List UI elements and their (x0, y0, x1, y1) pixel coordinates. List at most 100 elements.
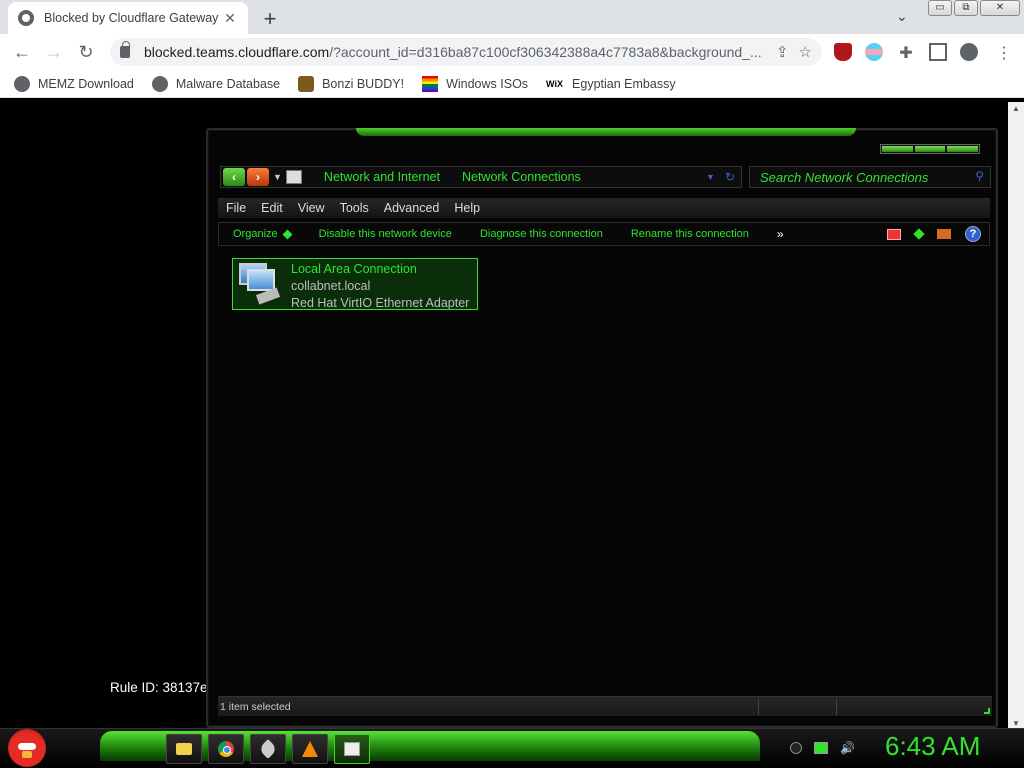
minimize-button[interactable] (882, 146, 913, 152)
browser-tab-bar: Blocked by Cloudflare Gateway ✕ + ⌄ ▭ ⧉ … (0, 0, 1024, 34)
diagnose-connection-button[interactable]: Diagnose this connection (480, 228, 603, 240)
vlc-icon (302, 741, 318, 757)
bookmark-bonzi-buddy[interactable]: Bonzi BUDDY! (298, 75, 405, 92)
taskbar-network-button[interactable] (334, 734, 370, 764)
bookmark-malware-database[interactable]: Malware Database (151, 75, 281, 92)
new-tab-button[interactable]: + (258, 6, 282, 32)
taskbar-clock[interactable]: 6:43 AM (885, 731, 980, 762)
resize-grip-icon[interactable] (984, 708, 990, 714)
bookmark-egyptian-embassy[interactable]: WiX Egyptian Embassy (546, 76, 676, 92)
breadcrumb-network-connections[interactable]: Network Connections (462, 170, 581, 184)
profile-avatar[interactable] (960, 43, 978, 61)
organize-label: Organize (233, 228, 278, 240)
puzzle-icon[interactable]: ✚ (897, 43, 915, 62)
bonzi-icon (298, 75, 315, 92)
lock-icon (120, 41, 130, 58)
side-panel-icon[interactable] (929, 43, 947, 61)
taskbar-explorer-button[interactable] (166, 734, 202, 764)
globe-icon (18, 10, 34, 26)
scroll-up-icon[interactable]: ▲ (1012, 104, 1020, 113)
extension-flag-icon[interactable] (865, 43, 883, 61)
breadcrumb-network-and-internet[interactable]: Network and Internet (324, 170, 440, 184)
view-controls: ? (887, 226, 981, 242)
close-button[interactable] (947, 146, 979, 152)
local-area-connection-item[interactable]: Local Area Connection collabnet.local Re… (232, 258, 478, 310)
address-dropdown-icon[interactable]: ▼ (706, 172, 715, 182)
status-bar: 1 item selected (218, 696, 992, 716)
browser-tab[interactable]: Blocked by Cloudflare Gateway ✕ (8, 2, 248, 34)
share-icon[interactable]: ⇪ (776, 43, 789, 61)
organize-button[interactable]: Organize (233, 228, 293, 240)
restore-button[interactable]: ⧉ (954, 0, 978, 16)
globe-icon (151, 75, 168, 92)
rule-id-text: Rule ID: 38137e (110, 680, 208, 695)
menu-file[interactable]: File (226, 201, 246, 215)
more-commands-button[interactable]: » (777, 227, 784, 241)
bookmark-label: Malware Database (175, 76, 281, 91)
disable-device-button[interactable]: Disable this network device (319, 228, 452, 240)
network-tray-icon[interactable] (814, 742, 828, 754)
reload-icon[interactable]: ↻ (74, 40, 98, 64)
windows-flag-icon (422, 75, 439, 92)
status-text: 1 item selected (220, 701, 291, 713)
ublock-icon[interactable] (834, 43, 852, 61)
taskbar-rocket-button[interactable] (250, 734, 286, 764)
connection-details: Local Area Connection collabnet.local Re… (291, 261, 469, 310)
system-tray: 🔊 (790, 741, 855, 755)
url-path: /?account_id=d316ba87c100cf306342388a4c7… (329, 44, 762, 60)
menu-advanced[interactable]: Advanced (384, 201, 440, 215)
bookmark-label: Windows ISOs (446, 76, 529, 91)
browser-toolbar: ← → ↻ blocked.teams.cloudflare.com /?acc… (0, 34, 1024, 70)
wix-icon: WiX (546, 78, 563, 89)
tab-search-icon[interactable]: ⌄ (896, 8, 908, 25)
tab-close-icon[interactable]: ✕ (222, 10, 238, 27)
folder-icon (176, 743, 192, 755)
bookmark-memz[interactable]: MEMZ Download (14, 75, 134, 92)
menu-tools[interactable]: Tools (340, 201, 369, 215)
menu-view[interactable]: View (298, 201, 325, 215)
explorer-back-button[interactable]: ‹ (223, 168, 245, 186)
dropdown-diamond-icon (282, 229, 293, 239)
bookmark-windows-isos[interactable]: Windows ISOs (422, 75, 529, 92)
explorer-address-bar[interactable]: ‹ › ▼ Network and Internet Network Conne… (220, 166, 742, 188)
star-icon[interactable]: ☆ (799, 43, 812, 61)
url-host: blocked.teams.cloudflare.com (144, 44, 330, 60)
rename-connection-button[interactable]: Rename this connection (631, 228, 749, 240)
rocket-icon (258, 739, 278, 759)
control-panel-icon (285, 170, 302, 184)
taskbar-chrome-button[interactable] (208, 734, 244, 764)
menu-bar: File Edit View Tools Advanced Help (218, 198, 990, 218)
back-arrow-icon[interactable]: ← (10, 40, 34, 64)
tab-title: Blocked by Cloudflare Gateway (44, 11, 219, 25)
help-icon[interactable]: ? (965, 226, 981, 242)
window-caption-buttons (880, 144, 980, 154)
history-dropdown-icon[interactable]: ▼ (273, 172, 282, 182)
refresh-icon[interactable]: ↻ (725, 170, 735, 184)
bookmark-label: Bonzi BUDDY! (322, 76, 405, 91)
page-scrollbar[interactable]: ▲ ▼ (1008, 102, 1024, 730)
taskbar-vlc-button[interactable] (292, 734, 328, 764)
search-input[interactable]: Search Network Connections ⚲ (749, 166, 991, 188)
start-button-angry-bird-icon[interactable] (8, 729, 46, 767)
tray-app-icon[interactable] (790, 742, 802, 754)
maximize-button[interactable] (914, 146, 946, 152)
minimize-button[interactable]: ▭ (928, 0, 952, 16)
view-dropdown-icon[interactable] (913, 228, 925, 240)
search-icon[interactable]: ⚲ (975, 169, 984, 183)
close-window-button[interactable]: ✕ (980, 0, 1020, 16)
address-bar[interactable]: blocked.teams.cloudflare.com /?account_i… (110, 38, 822, 66)
menu-edit[interactable]: Edit (261, 201, 283, 215)
forward-arrow-icon[interactable]: → (42, 40, 66, 64)
volume-icon[interactable]: 🔊 (840, 741, 855, 755)
menu-help[interactable]: Help (454, 201, 480, 215)
preview-pane-icon[interactable] (937, 229, 951, 239)
menu-kebab-icon[interactable]: ⋮ (996, 43, 1012, 62)
search-placeholder: Search Network Connections (760, 170, 929, 185)
globe-icon (14, 75, 30, 92)
change-view-icon[interactable] (887, 228, 901, 240)
scroll-down-icon[interactable]: ▼ (1012, 719, 1020, 728)
explorer-forward-button[interactable]: › (247, 168, 269, 186)
connection-adapter: Red Hat VirtIO Ethernet Adapter (291, 296, 470, 310)
bookmarks-bar: MEMZ Download Malware Database Bonzi BUD… (0, 70, 1024, 98)
connection-network: collabnet.local (291, 279, 371, 293)
